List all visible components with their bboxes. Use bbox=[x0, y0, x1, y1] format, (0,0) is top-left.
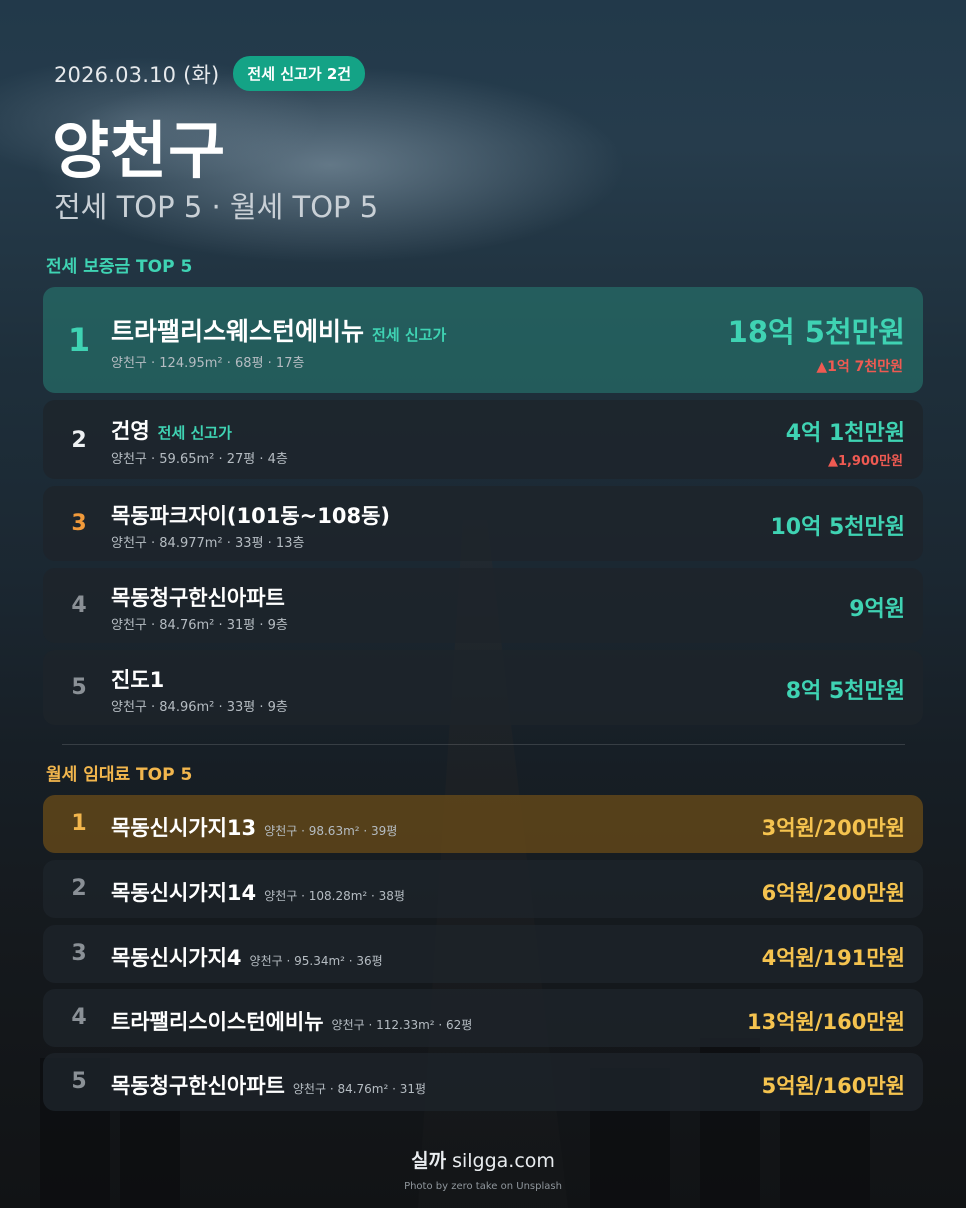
record-count-badge: 전세 신고가 2건 bbox=[233, 56, 366, 91]
jeonse-item-3: 3 목동파크자이(101동~108동) 양천구 · 84.977m² · 33평… bbox=[43, 486, 923, 561]
apartment-name: 건영 전세 신고가 bbox=[111, 415, 232, 445]
rank-number: 1 bbox=[67, 321, 91, 359]
apartment-meta: 양천구 · 112.33m² · 62평 bbox=[331, 1018, 473, 1032]
rank-number: 1 bbox=[71, 811, 87, 836]
apartment-name: 목동신시가지13 양천구 · 98.63m² · 39평 bbox=[111, 812, 397, 842]
wolse-item-5: 5 목동청구한신아파트 양천구 · 84.76m² · 31평 5억원/160만원 bbox=[43, 1053, 923, 1111]
rank-number: 2 bbox=[71, 428, 87, 453]
record-high-tag: 전세 신고가 bbox=[372, 326, 447, 344]
apartment-name: 목동청구한신아파트 양천구 · 84.76m² · 31평 bbox=[111, 1070, 426, 1100]
apartment-meta: 양천구 · 108.28m² · 38평 bbox=[264, 889, 405, 903]
jeonse-item-1: 1 트라팰리스웨스턴에비뉴 전세 신고가 양천구 · 124.95m² · 68평… bbox=[43, 287, 923, 393]
jeonse-item-2: 2 건영 전세 신고가 양천구 · 59.65m² · 27평 · 4층 4억 1… bbox=[43, 400, 923, 479]
photo-credit: Photo by zero take on Unsplash bbox=[404, 1181, 562, 1192]
price-change: ▲1억 7천만원 bbox=[816, 359, 903, 375]
jeonse-item-4: 4 목동청구한신아파트 양천구 · 84.76m² · 31평 · 9층 9억원 bbox=[43, 568, 923, 643]
apartment-meta: 양천구 · 59.65m² · 27평 · 4층 bbox=[111, 452, 288, 467]
apartment-name: 트라팰리스이스턴에비뉴 양천구 · 112.33m² · 62평 bbox=[111, 1006, 472, 1036]
apartment-meta: 양천구 · 84.76m² · 31평 · 9층 bbox=[111, 618, 288, 633]
apartment-name-text: 목동신시가지14 bbox=[111, 881, 257, 905]
apartment-meta: 양천구 · 84.76m² · 31평 bbox=[292, 1082, 427, 1096]
wolse-section-title: 월세 임대료 TOP 5 bbox=[46, 765, 193, 785]
rent-price: 5억원/160만원 bbox=[761, 1074, 905, 1098]
deposit-price: 18억 5천만원 bbox=[727, 315, 905, 349]
rank-number: 5 bbox=[71, 1069, 87, 1094]
deposit-price: 9억원 bbox=[849, 597, 905, 622]
rank-number: 2 bbox=[71, 876, 87, 901]
section-divider bbox=[62, 744, 905, 745]
apartment-name: 목동파크자이(101동~108동) bbox=[111, 504, 391, 528]
apartment-meta: 양천구 · 84.977m² · 33평 · 13층 bbox=[111, 536, 305, 551]
rent-price: 3억원/200만원 bbox=[761, 816, 905, 840]
apartment-name-text: 목동신시가지4 bbox=[111, 946, 242, 970]
rent-price: 13억원/160만원 bbox=[746, 1010, 905, 1034]
apartment-name-text: 트라팰리스웨스턴에비뉴 bbox=[111, 317, 365, 346]
apartment-name-text: 목동신시가지13 bbox=[111, 816, 257, 840]
ranking-card-page: 2026.03.10 (화) 전세 신고가 2건 양천구 전세 TOP 5 · … bbox=[0, 0, 966, 1208]
jeonse-section-title: 전세 보증금 TOP 5 bbox=[46, 257, 193, 277]
brand-url: silgga.com bbox=[452, 1150, 555, 1172]
wolse-item-2: 2 목동신시가지14 양천구 · 108.28m² · 38평 6억원/200만원 bbox=[43, 860, 923, 918]
apartment-name: 진도1 bbox=[111, 668, 165, 692]
rent-price: 6억원/200만원 bbox=[761, 881, 905, 905]
page-subtitle: 전세 TOP 5 · 월세 TOP 5 bbox=[54, 190, 379, 224]
rank-number: 5 bbox=[71, 675, 87, 700]
apartment-meta: 양천구 · 124.95m² · 68평 · 17층 bbox=[111, 356, 305, 371]
brand-name: 실까 bbox=[411, 1150, 447, 1172]
record-high-tag: 전세 신고가 bbox=[157, 424, 232, 442]
apartment-name: 목동신시가지14 양천구 · 108.28m² · 38평 bbox=[111, 877, 405, 907]
report-date: 2026.03.10 (화) bbox=[54, 62, 220, 87]
rent-price: 4억원/191만원 bbox=[761, 946, 905, 970]
footer-brand: 실까 silgga.com bbox=[0, 1146, 966, 1173]
apartment-name: 목동청구한신아파트 bbox=[111, 586, 285, 610]
deposit-price: 8억 5천만원 bbox=[785, 679, 905, 704]
rank-number: 3 bbox=[71, 511, 87, 536]
rank-number: 4 bbox=[71, 593, 87, 618]
apartment-meta: 양천구 · 98.63m² · 39평 bbox=[264, 824, 398, 838]
district-title: 양천구 bbox=[52, 114, 227, 187]
wolse-item-3: 3 목동신시가지4 양천구 · 95.34m² · 36평 4억원/191만원 bbox=[43, 925, 923, 983]
apartment-meta: 양천구 · 95.34m² · 36평 bbox=[249, 954, 383, 968]
jeonse-item-5: 5 진도1 양천구 · 84.96m² · 33평 · 9층 8억 5천만원 bbox=[43, 650, 923, 725]
apartment-name: 목동신시가지4 양천구 · 95.34m² · 36평 bbox=[111, 942, 383, 972]
wolse-item-4: 4 트라팰리스이스턴에비뉴 양천구 · 112.33m² · 62평 13억원/1… bbox=[43, 989, 923, 1047]
apartment-meta: 양천구 · 84.96m² · 33평 · 9층 bbox=[111, 700, 288, 715]
apartment-name-text: 목동청구한신아파트 bbox=[111, 1074, 285, 1098]
deposit-price: 4억 1천만원 bbox=[785, 421, 905, 446]
apartment-name-text: 건영 bbox=[111, 419, 150, 443]
wolse-item-1: 1 목동신시가지13 양천구 · 98.63m² · 39평 3억원/200만원 bbox=[43, 795, 923, 853]
rank-number: 3 bbox=[71, 941, 87, 966]
header-row: 2026.03.10 (화) 전세 신고가 2건 bbox=[54, 56, 366, 91]
price-change: ▲1,900만원 bbox=[827, 454, 903, 469]
rank-number: 4 bbox=[71, 1005, 87, 1030]
apartment-name-text: 트라팰리스이스턴에비뉴 bbox=[111, 1010, 324, 1034]
deposit-price: 10억 5천만원 bbox=[770, 515, 905, 540]
apartment-name: 트라팰리스웨스턴에비뉴 전세 신고가 bbox=[111, 312, 446, 348]
